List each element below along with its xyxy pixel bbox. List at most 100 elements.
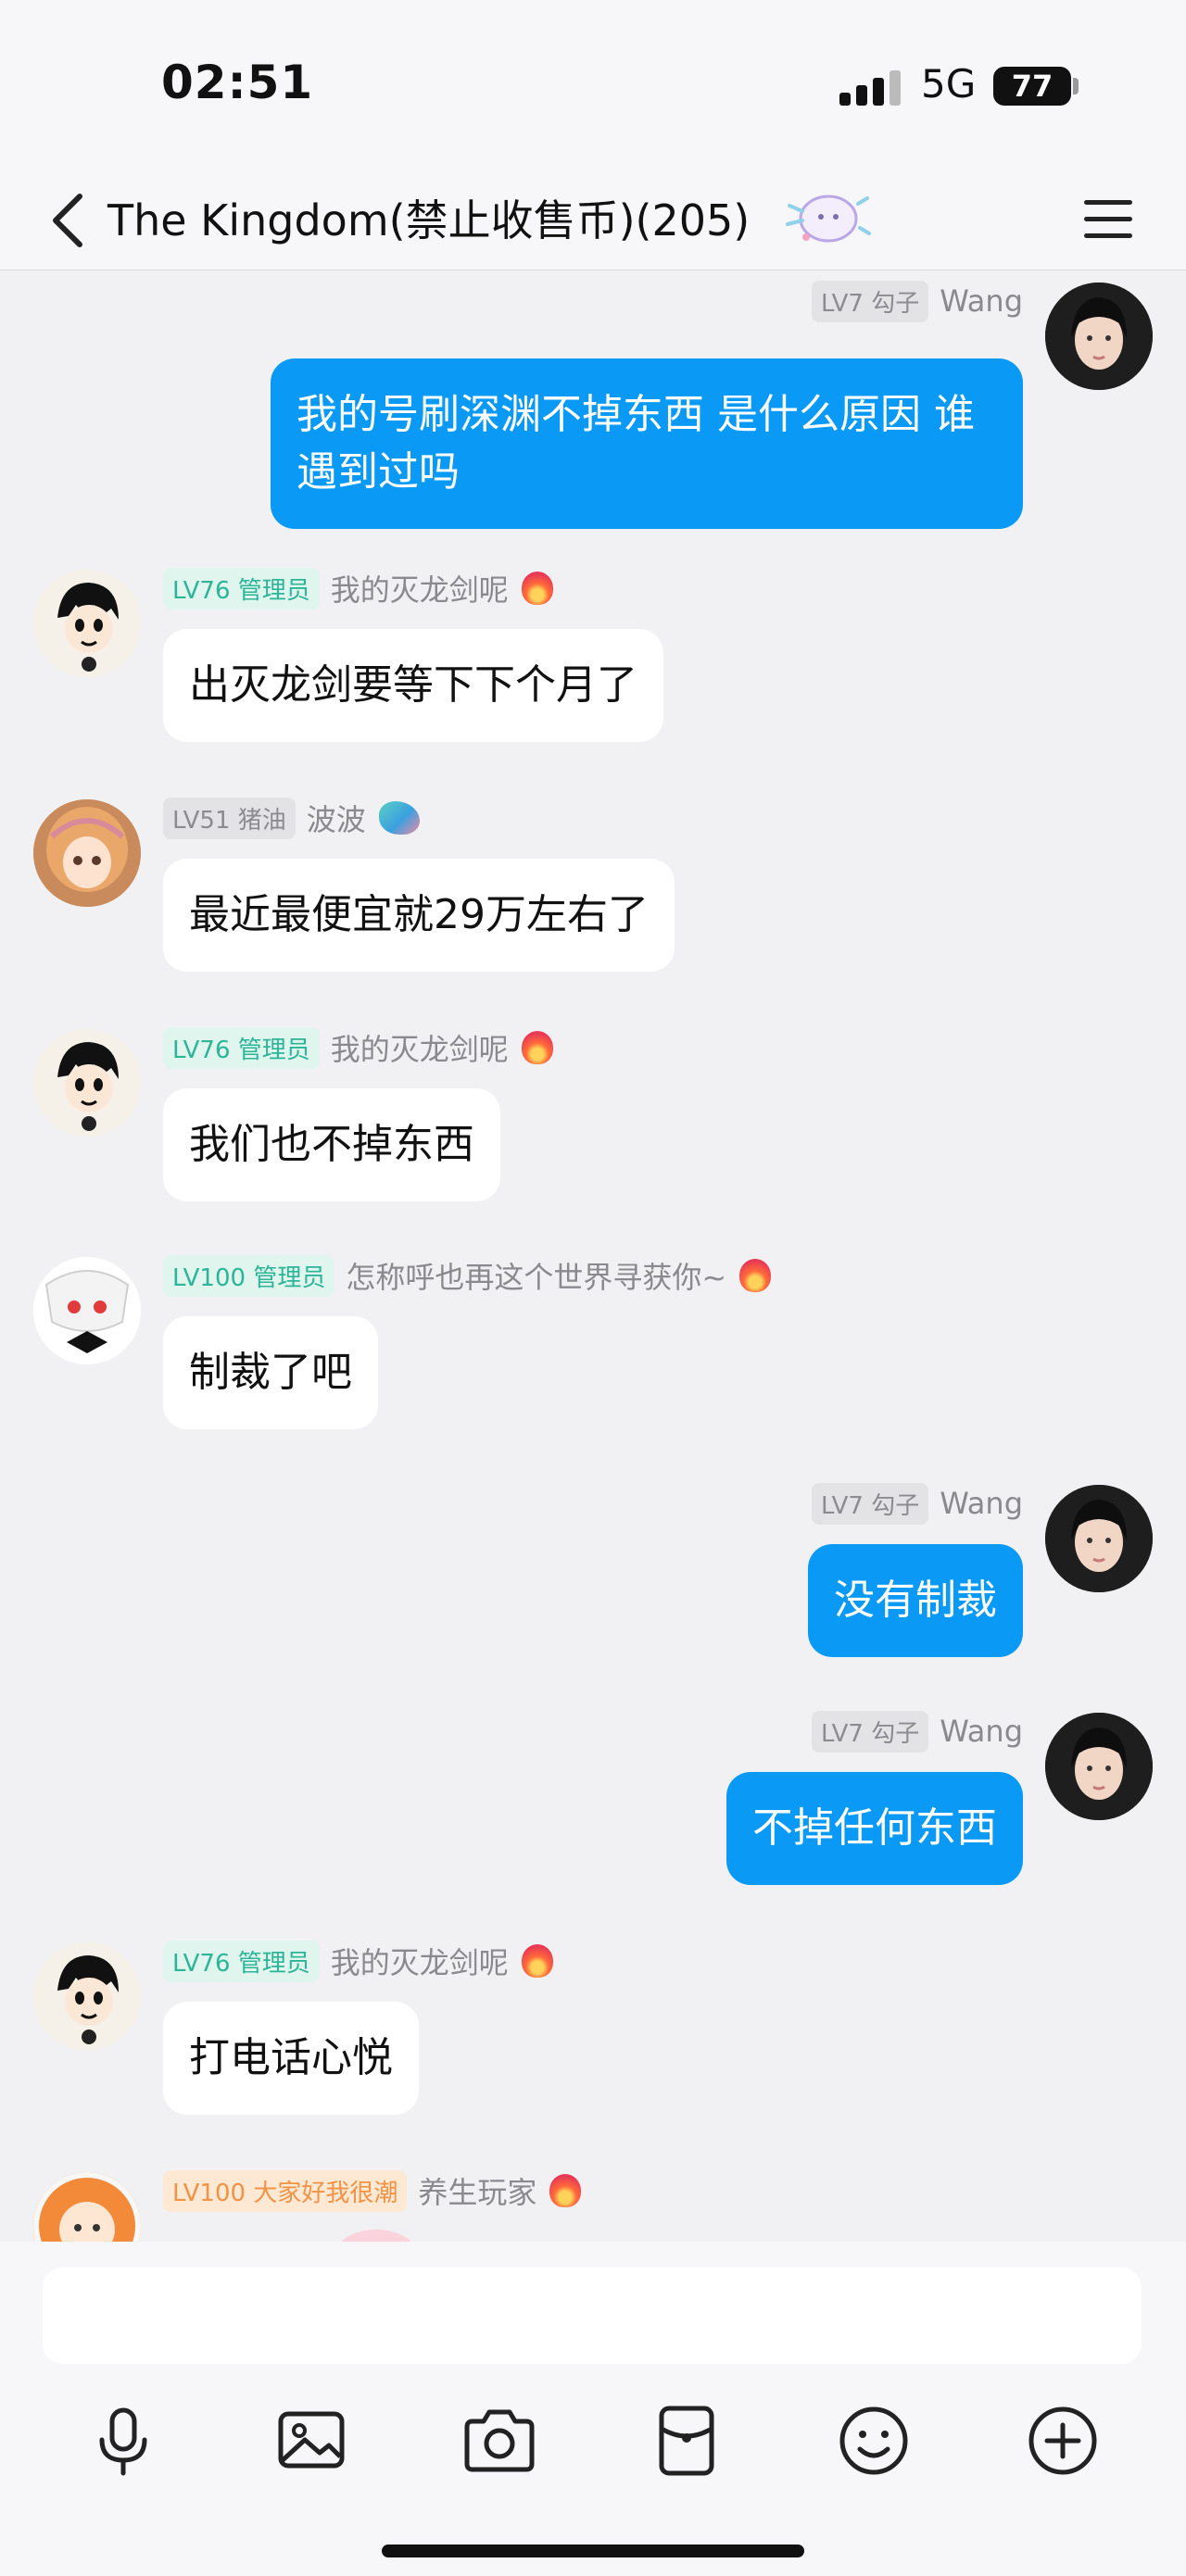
message-item: LV51 猪油 波波 最近最便宜就29万左右了 [0,797,1186,985]
title-text: 管理员 [253,1263,326,1292]
title-text: 管理员 [237,1036,310,1064]
sender-name[interactable]: 怎称呼也再这个世界寻获你~ [346,1254,726,1297]
sender-name[interactable]: 我的灭龙剑呢 [331,567,509,609]
level-text: LV7 [820,1491,864,1520]
dragon-icon [378,801,420,835]
battery-icon: 77 [993,67,1071,106]
message-meta: LV76 管理员 我的灭龙剑呢 [163,1940,553,1982]
sender-name[interactable]: Wang [940,283,1023,319]
message-item: LV100 大家好我很潮 养生玩家 [0,2169,1186,2242]
input-bar [0,2242,1186,2576]
message-item: LV100 管理员 怎称呼也再这个世界寻获你~ 制裁了吧 [0,1254,1186,1442]
sender-name[interactable]: 波波 [307,797,366,839]
avatar[interactable] [33,1029,141,1137]
level-badge: LV100 管理员 [163,1254,335,1297]
message-meta: LV51 猪油 波波 [163,797,420,839]
level-text: LV76 [172,576,231,605]
network-type: 5G [921,61,977,107]
fire-icon [549,2174,582,2207]
message-meta: LV100 大家好我很潮 养生玩家 [163,2169,582,2212]
signal-icon [839,69,901,106]
message-item: LV7 勾子 Wang 我的号刷深渊不掉东西 是什么原因 谁遇到过吗 [0,280,1186,529]
message-bubble[interactable]: 打电话心悦 [163,2002,419,2115]
title-text: 勾子 [871,1491,920,1520]
level-badge: LV76 管理员 [163,1940,320,1982]
message-item: LV76 管理员 我的灭龙剑呢 我们也不掉东西 [0,1026,1186,1214]
avatar[interactable] [33,1942,141,2050]
fire-icon [521,572,553,605]
title-text: 管理员 [237,1949,310,1978]
message-bubble[interactable]: 我们也不掉东西 [163,1088,500,1201]
avatar[interactable] [33,2172,141,2242]
level-badge: LV7 勾子 [811,1710,929,1753]
message-bubble[interactable]: 没有制裁 [808,1544,1023,1657]
chat-header: The Kingdom(禁止收售币)(205) [0,167,1186,270]
title-text: 勾子 [871,289,920,318]
message-bubble[interactable]: 制裁了吧 [163,1316,378,1429]
home-indicator[interactable] [382,2545,804,2557]
emoji-icon[interactable] [832,2399,915,2482]
message-meta: LV7 勾子 Wang [811,1482,1023,1525]
avatar[interactable] [1045,283,1153,390]
level-text: LV51 [172,806,231,835]
camera-icon[interactable] [458,2399,541,2482]
message-meta: LV76 管理员 我的灭龙剑呢 [163,1026,553,1069]
message-bubble[interactable]: 最近最便宜就29万左右了 [163,859,675,972]
message-item: LV7 勾子 Wang 不掉任何东西 [0,1710,1186,1898]
title-text: 猪油 [237,806,286,835]
menu-icon[interactable] [1077,187,1143,250]
sender-name[interactable]: 养生玩家 [418,2169,536,2212]
level-text: LV100 [172,2179,246,2207]
message-list[interactable]: LV7 勾子 Wang 我的号刷深渊不掉东西 是什么原因 谁遇到过吗 LV76 … [0,271,1186,2242]
sender-name[interactable]: Wang [940,1714,1023,1749]
battery-cap [1073,78,1079,94]
avatar[interactable] [1045,1485,1153,1592]
message-meta: LV100 管理员 怎称呼也再这个世界寻获你~ [163,1254,772,1297]
battery-level: 77 [1011,69,1054,104]
message-bubble[interactable]: 出灭龙剑要等下下个月了 [163,629,663,742]
level-badge: LV7 勾子 [811,1482,929,1525]
sender-name[interactable]: 我的灭龙剑呢 [331,1026,509,1069]
group-sticker-icon [786,195,871,243]
level-text: LV76 [172,1949,231,1978]
level-badge: LV100 大家好我很潮 [163,2169,408,2212]
avatar[interactable] [1045,1713,1153,1820]
level-badge: LV7 勾子 [811,280,929,322]
microphone-icon[interactable] [82,2399,165,2482]
title-text: 勾子 [871,1719,920,1748]
message-item: LV76 管理员 我的灭龙剑呢 打电话心悦 [0,1940,1186,2128]
group-title[interactable]: The Kingdom(禁止收售币)(205) [107,187,750,248]
image-icon[interactable] [270,2399,353,2482]
chat-screen: 02:51 5G 77 The Kingdom(禁止收售币)(205) LV7 … [0,0,1186,2576]
status-time: 02:51 [161,56,314,109]
level-badge: LV76 管理员 [163,567,320,609]
message-meta: LV7 勾子 Wang [811,280,1023,322]
title-text: 管理员 [237,576,310,605]
fire-icon [521,1031,553,1064]
title-text: 大家好我很潮 [253,2179,398,2207]
fire-icon [521,1944,553,1978]
message-bubble[interactable]: 我的号刷深渊不掉东西 是什么原因 谁遇到过吗 [271,358,1023,529]
message-bubble[interactable]: 不掉任何东西 [726,1772,1023,1885]
avatar[interactable] [33,799,141,907]
sender-name[interactable]: Wang [940,1486,1023,1521]
fire-icon [739,1259,772,1292]
red-packet-icon[interactable] [645,2399,728,2482]
message-meta: LV76 管理员 我的灭龙剑呢 [163,567,553,609]
plus-icon[interactable] [1021,2399,1104,2482]
message-item: LV7 勾子 Wang 没有制裁 [0,1482,1186,1670]
message-item: LV76 管理员 我的灭龙剑呢 出灭龙剑要等下下个月了 [0,567,1186,755]
sender-name[interactable]: 我的灭龙剑呢 [331,1940,509,1982]
message-input[interactable] [43,2268,1142,2364]
level-text: LV100 [172,1263,246,1292]
level-badge: LV51 猪油 [163,797,296,839]
level-badge: LV76 管理员 [163,1026,320,1069]
status-bar: 02:51 5G 77 [0,0,1186,167]
avatar[interactable] [33,570,141,677]
level-text: LV7 [820,1719,864,1748]
back-arrow-icon[interactable] [33,183,107,258]
sticker-image[interactable] [330,2220,423,2242]
avatar[interactable] [33,1257,141,1364]
level-text: LV7 [820,289,864,318]
level-text: LV76 [172,1036,231,1064]
